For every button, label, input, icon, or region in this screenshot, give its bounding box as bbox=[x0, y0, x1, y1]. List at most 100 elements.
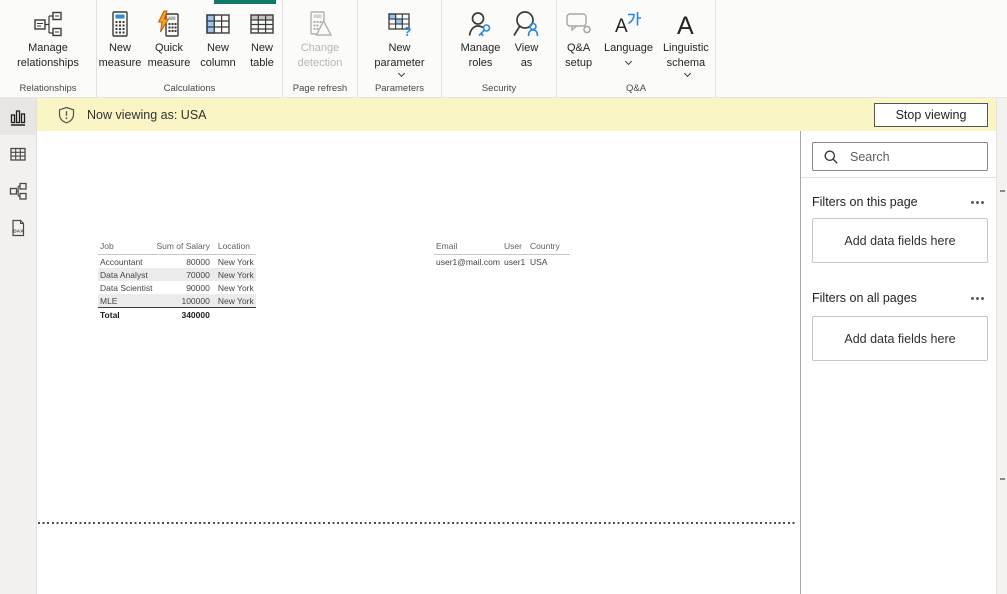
language-button[interactable]: A Language bbox=[601, 9, 656, 66]
linguistic-schema-button[interactable]: A Linguistic schema bbox=[657, 9, 715, 78]
ribbon: Manage relationships Relationships New m… bbox=[0, 0, 1007, 98]
cell-total-value: 340000 bbox=[154, 307, 212, 321]
table-row: user1@mail.com user1 USA bbox=[434, 255, 570, 269]
hangul-ga-glyph bbox=[628, 12, 642, 26]
column-header: Country bbox=[528, 239, 570, 255]
group-label-page-refresh: Page refresh bbox=[292, 83, 348, 94]
column-header: User bbox=[502, 239, 528, 255]
manage-roles-icon bbox=[468, 12, 490, 37]
cell-location: New York bbox=[217, 256, 254, 267]
group-label-calculations: Calculations bbox=[163, 83, 216, 94]
sidebar-item-dax-query-view[interactable]: DAX bbox=[0, 209, 36, 246]
group-label-qa: Q&A bbox=[625, 83, 647, 94]
table-header-row: Job Sum of Salary Location bbox=[98, 239, 256, 255]
svg-text:?: ? bbox=[403, 24, 411, 39]
column-header: Email bbox=[434, 239, 502, 255]
svg-text:A: A bbox=[615, 16, 628, 37]
stop-viewing-button[interactable]: Stop viewing bbox=[874, 102, 988, 127]
table-row: Accountant 80000 New York bbox=[98, 255, 256, 269]
search-icon bbox=[824, 150, 838, 164]
drop-area-text: Add data fields here bbox=[844, 331, 956, 346]
sidebar-item-model-view[interactable] bbox=[0, 172, 36, 209]
divider bbox=[801, 177, 996, 178]
new-parameter-icon: ? bbox=[387, 13, 411, 39]
table-visual-users[interactable]: Email User Country user1@mail.com user1 … bbox=[434, 239, 570, 268]
button-label: Language bbox=[604, 42, 653, 54]
manage-relationships-icon bbox=[34, 11, 62, 37]
ribbon-group-security: Manage roles View as Security bbox=[442, 0, 557, 97]
button-label: Quick measure bbox=[147, 42, 191, 69]
new-column-icon bbox=[206, 14, 230, 34]
change-detection-icon bbox=[310, 11, 333, 36]
filter-drop-area-all-pages[interactable]: Add data fields here bbox=[812, 316, 988, 361]
cell-job: Data Analyst bbox=[98, 268, 155, 281]
view-as-button[interactable]: View as bbox=[509, 9, 545, 71]
button-label: Change detection bbox=[297, 42, 343, 69]
new-table-button[interactable]: New table bbox=[242, 9, 282, 71]
cell-user: user1 bbox=[504, 256, 526, 267]
group-label-security: Security bbox=[481, 83, 517, 94]
report-canvas: Job Sum of Salary Location Accountant 80… bbox=[38, 131, 800, 594]
ribbon-group-parameters: ? New parameter Parameters bbox=[358, 0, 442, 97]
cell-country: USA bbox=[530, 256, 548, 267]
cell-salary: 80000 bbox=[186, 256, 210, 267]
cell-salary: 70000 bbox=[154, 268, 212, 281]
dax-query-view-icon: DAX bbox=[12, 219, 24, 236]
pane-handle-dash bbox=[1000, 190, 1005, 192]
table-row: MLE 100000 New York bbox=[98, 294, 256, 308]
more-options-icon[interactable] bbox=[971, 296, 974, 300]
new-measure-button[interactable]: New measure bbox=[97, 9, 143, 71]
column-header: Job bbox=[98, 239, 155, 255]
shield-alert-icon bbox=[58, 106, 75, 123]
more-options-icon[interactable] bbox=[971, 200, 974, 204]
button-label: New table bbox=[250, 42, 274, 69]
section-title: Filters on this page bbox=[812, 195, 918, 209]
new-parameter-button[interactable]: ? New parameter bbox=[367, 9, 433, 78]
filters-search-box[interactable] bbox=[812, 142, 988, 171]
new-column-button[interactable]: New column bbox=[195, 9, 241, 71]
report-view-icon bbox=[10, 109, 26, 126]
group-label-parameters: Parameters bbox=[374, 83, 425, 94]
qa-setup-icon bbox=[565, 13, 591, 34]
table-header-row: Email User Country bbox=[434, 239, 570, 255]
new-table-icon bbox=[250, 14, 274, 34]
button-label: Q&A setup bbox=[565, 42, 593, 69]
button-label: New measure bbox=[98, 42, 142, 69]
button-label: Manage roles bbox=[460, 42, 501, 69]
collapsed-pane-strip[interactable] bbox=[996, 98, 1007, 594]
button-label: Linguistic schema bbox=[662, 42, 709, 69]
filters-section-all-pages: Filters on all pages bbox=[812, 291, 986, 305]
quick-measure-icon bbox=[157, 10, 179, 37]
chevron-down-icon bbox=[624, 57, 633, 66]
data-view-icon bbox=[10, 147, 26, 161]
table-total-row: Total 340000 bbox=[98, 307, 256, 321]
change-detection-button[interactable]: Change detection bbox=[288, 9, 352, 71]
cell-salary: 100000 bbox=[154, 294, 212, 308]
filter-drop-area-this-page[interactable]: Add data fields here bbox=[812, 218, 988, 263]
search-input[interactable] bbox=[850, 149, 970, 164]
table-row: Data Analyst 70000 New York bbox=[98, 268, 256, 281]
column-header: Sum of Salary bbox=[154, 239, 212, 255]
sidebar-item-data-view[interactable] bbox=[0, 135, 36, 172]
linguistic-schema-icon: A bbox=[677, 12, 694, 39]
sidebar-item-report-view[interactable] bbox=[0, 98, 36, 135]
cell-salary: 90000 bbox=[186, 282, 210, 293]
button-label: View as bbox=[514, 42, 539, 69]
view-as-icon bbox=[512, 11, 538, 37]
svg-text:DAX: DAX bbox=[13, 228, 24, 234]
cell-job: Accountant bbox=[100, 256, 143, 267]
cell-location: New York bbox=[211, 294, 256, 308]
manage-roles-button[interactable]: Manage roles bbox=[454, 9, 508, 71]
manage-relationships-button[interactable]: Manage relationships bbox=[4, 9, 92, 71]
table-row: Data Scientist 90000 New York bbox=[98, 281, 256, 294]
table-visual-salary[interactable]: Job Sum of Salary Location Accountant 80… bbox=[98, 239, 256, 321]
qa-setup-button[interactable]: Q&A setup bbox=[557, 9, 600, 71]
banner-message: Now viewing as: USA bbox=[87, 107, 207, 122]
section-title: Filters on all pages bbox=[812, 291, 917, 305]
page-boundary-dotted-line bbox=[38, 522, 796, 524]
ribbon-group-calculations: New measure Quick measure New column New… bbox=[97, 0, 283, 97]
chevron-down-icon bbox=[397, 69, 406, 78]
quick-measure-button[interactable]: Quick measure bbox=[144, 9, 194, 71]
view-as-banner: Now viewing as: USA Stop viewing bbox=[37, 98, 996, 131]
cell-location: New York bbox=[211, 268, 256, 281]
